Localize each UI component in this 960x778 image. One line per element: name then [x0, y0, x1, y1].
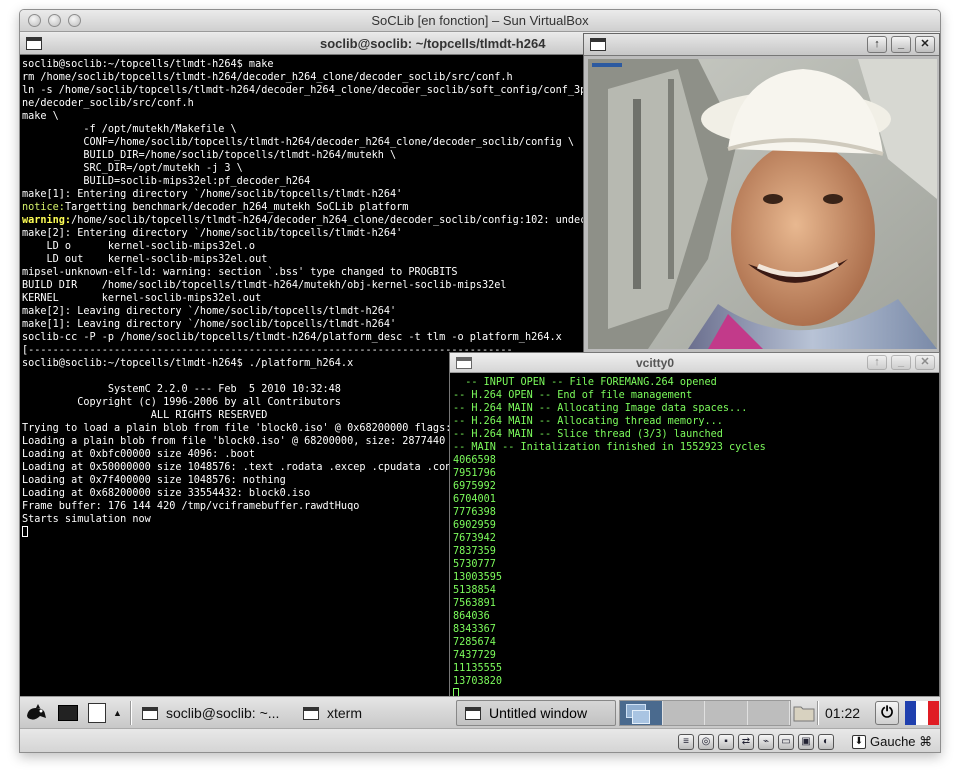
task-xterm[interactable]: xterm: [303, 701, 362, 725]
hard-disk-icon[interactable]: ≡: [678, 734, 694, 750]
window-title: SoCLib [en fonction] – Sun VirtualBox: [371, 13, 589, 28]
mac-titlebar[interactable]: SoCLib [en fonction] – Sun VirtualBox: [20, 10, 940, 32]
warning-text: /home/soclib/topcells/tlmdt-h264/decoder…: [71, 215, 593, 226]
vcitty-titlebar[interactable]: vcitty0 ↑ _ ✕: [450, 353, 939, 373]
tty-line: 5730777: [453, 559, 496, 570]
tty-line: 7776398: [453, 507, 496, 518]
workspace-1[interactable]: [620, 701, 663, 725]
virtualbox-window: SoCLib [en fonction] – Sun VirtualBox so…: [19, 9, 941, 753]
window-controls: ↑ _ ✕: [867, 36, 935, 53]
tty-line: -- H.264 MAIN -- Slice thread (3/3) laun…: [453, 429, 723, 440]
desktop-icon: [58, 705, 78, 721]
tty-line: -- H.264 MAIN -- Allocating Image data s…: [453, 403, 748, 414]
guest-desktop: soclib@soclib: ~/topcells/tlmdt-h264 soc…: [20, 33, 940, 728]
task-untitled-window[interactable]: Untitled window: [456, 700, 616, 726]
guest-taskbar: ▲ soclib@soclib: ~... xterm Untitled win…: [20, 696, 940, 728]
tty-line: -- INPUT OPEN -- File FOREMANG.264 opene…: [453, 377, 717, 388]
vcitty-title: vcitty0: [636, 356, 675, 370]
tty-line: -- H.264 MAIN -- Allocating thread memor…: [453, 416, 723, 427]
launcher-arrow[interactable]: ▲: [113, 701, 122, 725]
tty-line: 864036: [453, 611, 490, 622]
task-label: Untitled window: [489, 705, 588, 721]
tty-line: 5138854: [453, 585, 496, 596]
xfce-mouse-icon: [27, 704, 46, 720]
shared-folders-icon[interactable]: ▭: [778, 734, 794, 750]
host-key-indicator: ⬇ Gauche ⌘: [852, 734, 932, 750]
warning-label: warning:: [22, 215, 72, 226]
xterm-title: soclib@soclib: ~/topcells/tlmdt-h264: [320, 36, 546, 51]
task-soclib-terminal[interactable]: soclib@soclib: ~...: [142, 701, 279, 725]
decoded-video-frame: [588, 59, 937, 349]
window-menu-icon[interactable]: [26, 37, 42, 50]
tty-line: 13703820: [453, 676, 503, 687]
mouse-integration-icon[interactable]: ◐: [818, 734, 834, 750]
workspace-pager: [619, 700, 791, 726]
tty-line: 7837359: [453, 546, 496, 557]
power-button[interactable]: ⏻: [875, 701, 899, 725]
video-window[interactable]: ↑ _ ✕: [583, 33, 940, 354]
tty-line: -- MAIN -- Initalization finished in 155…: [453, 442, 766, 453]
terminal-cursor: [22, 526, 28, 537]
folder-icon: [793, 706, 815, 722]
raise-button[interactable]: ↑: [867, 36, 887, 53]
vcitty-terminal-output[interactable]: -- INPUT OPEN -- File FOREMANG.264 opene…: [453, 376, 938, 698]
close-button[interactable]: ✕: [915, 355, 935, 370]
notice-text: Targetting benchmark/decoder_h264_mutekh…: [64, 202, 409, 213]
file-manager-launcher[interactable]: [793, 701, 815, 725]
window-icon: [303, 706, 319, 720]
vcitty-window[interactable]: vcitty0 ↑ _ ✕ -- INPUT OPEN -- File FORE…: [449, 352, 940, 699]
tty-line: -- H.264 OPEN -- End of file management: [453, 390, 693, 401]
workspace-4[interactable]: [747, 701, 790, 725]
tty-line: 6902959: [453, 520, 496, 531]
separator: [130, 701, 132, 725]
tty-line: 6704001: [453, 494, 496, 505]
tty-line: 7437729: [453, 650, 496, 661]
video-frame-image: [588, 59, 937, 349]
notice-label: notice:: [22, 202, 65, 213]
tty-line: 6975992: [453, 481, 496, 492]
clock[interactable]: 01:22: [825, 705, 860, 721]
tty-line: 7951796: [453, 468, 496, 479]
tty-line: 11135555: [453, 663, 503, 674]
virtualbox-status-bar: ≡ ◎ ▪ ⇄ ⌁ ▭ ▣ ◐ ⬇ Gauche ⌘: [20, 728, 940, 752]
virtualization-icon[interactable]: ▣: [798, 734, 814, 750]
window-menu-icon[interactable]: [590, 38, 606, 51]
device-status-icons: ≡ ◎ ▪ ⇄ ⌁ ▭ ▣ ◐: [678, 734, 834, 750]
floppy-icon[interactable]: ▪: [718, 734, 734, 750]
host-key-arrow-icon: ⬇: [852, 735, 866, 749]
show-desktop-button[interactable]: [58, 701, 78, 725]
notepad-icon: [88, 703, 106, 723]
cd-rom-icon[interactable]: ◎: [698, 734, 714, 750]
tty-line: 7673942: [453, 533, 496, 544]
window-menu-icon[interactable]: [456, 357, 472, 369]
editor-launcher[interactable]: [88, 701, 106, 725]
tty-line: 4066598: [453, 455, 496, 466]
minimize-button[interactable]: _: [891, 355, 911, 370]
host-key-label: Gauche ⌘: [870, 734, 933, 749]
tty-line: 7285674: [453, 637, 496, 648]
close-button[interactable]: ✕: [915, 36, 935, 53]
tty-line: 8343367: [453, 624, 496, 635]
window-icon: [142, 706, 158, 720]
start-menu-button[interactable]: [24, 701, 48, 725]
tty-line: 13003595: [453, 572, 503, 583]
task-label: soclib@soclib: ~...: [166, 705, 280, 721]
raise-button[interactable]: ↑: [867, 355, 887, 370]
window-icon: [465, 706, 481, 720]
task-label: xterm: [327, 705, 362, 721]
separator: [817, 701, 819, 725]
video-titlebar[interactable]: ↑ _ ✕: [584, 34, 939, 56]
workspace-2[interactable]: [662, 701, 705, 725]
workspace-3[interactable]: [705, 701, 748, 725]
minimize-button[interactable]: _: [891, 36, 911, 53]
network-icon[interactable]: ⇄: [738, 734, 754, 750]
tty-line: 7563891: [453, 598, 496, 609]
usb-icon[interactable]: ⌁: [758, 734, 774, 750]
window-controls: ↑ _ ✕: [867, 355, 935, 370]
keyboard-layout-flag[interactable]: [905, 701, 939, 725]
